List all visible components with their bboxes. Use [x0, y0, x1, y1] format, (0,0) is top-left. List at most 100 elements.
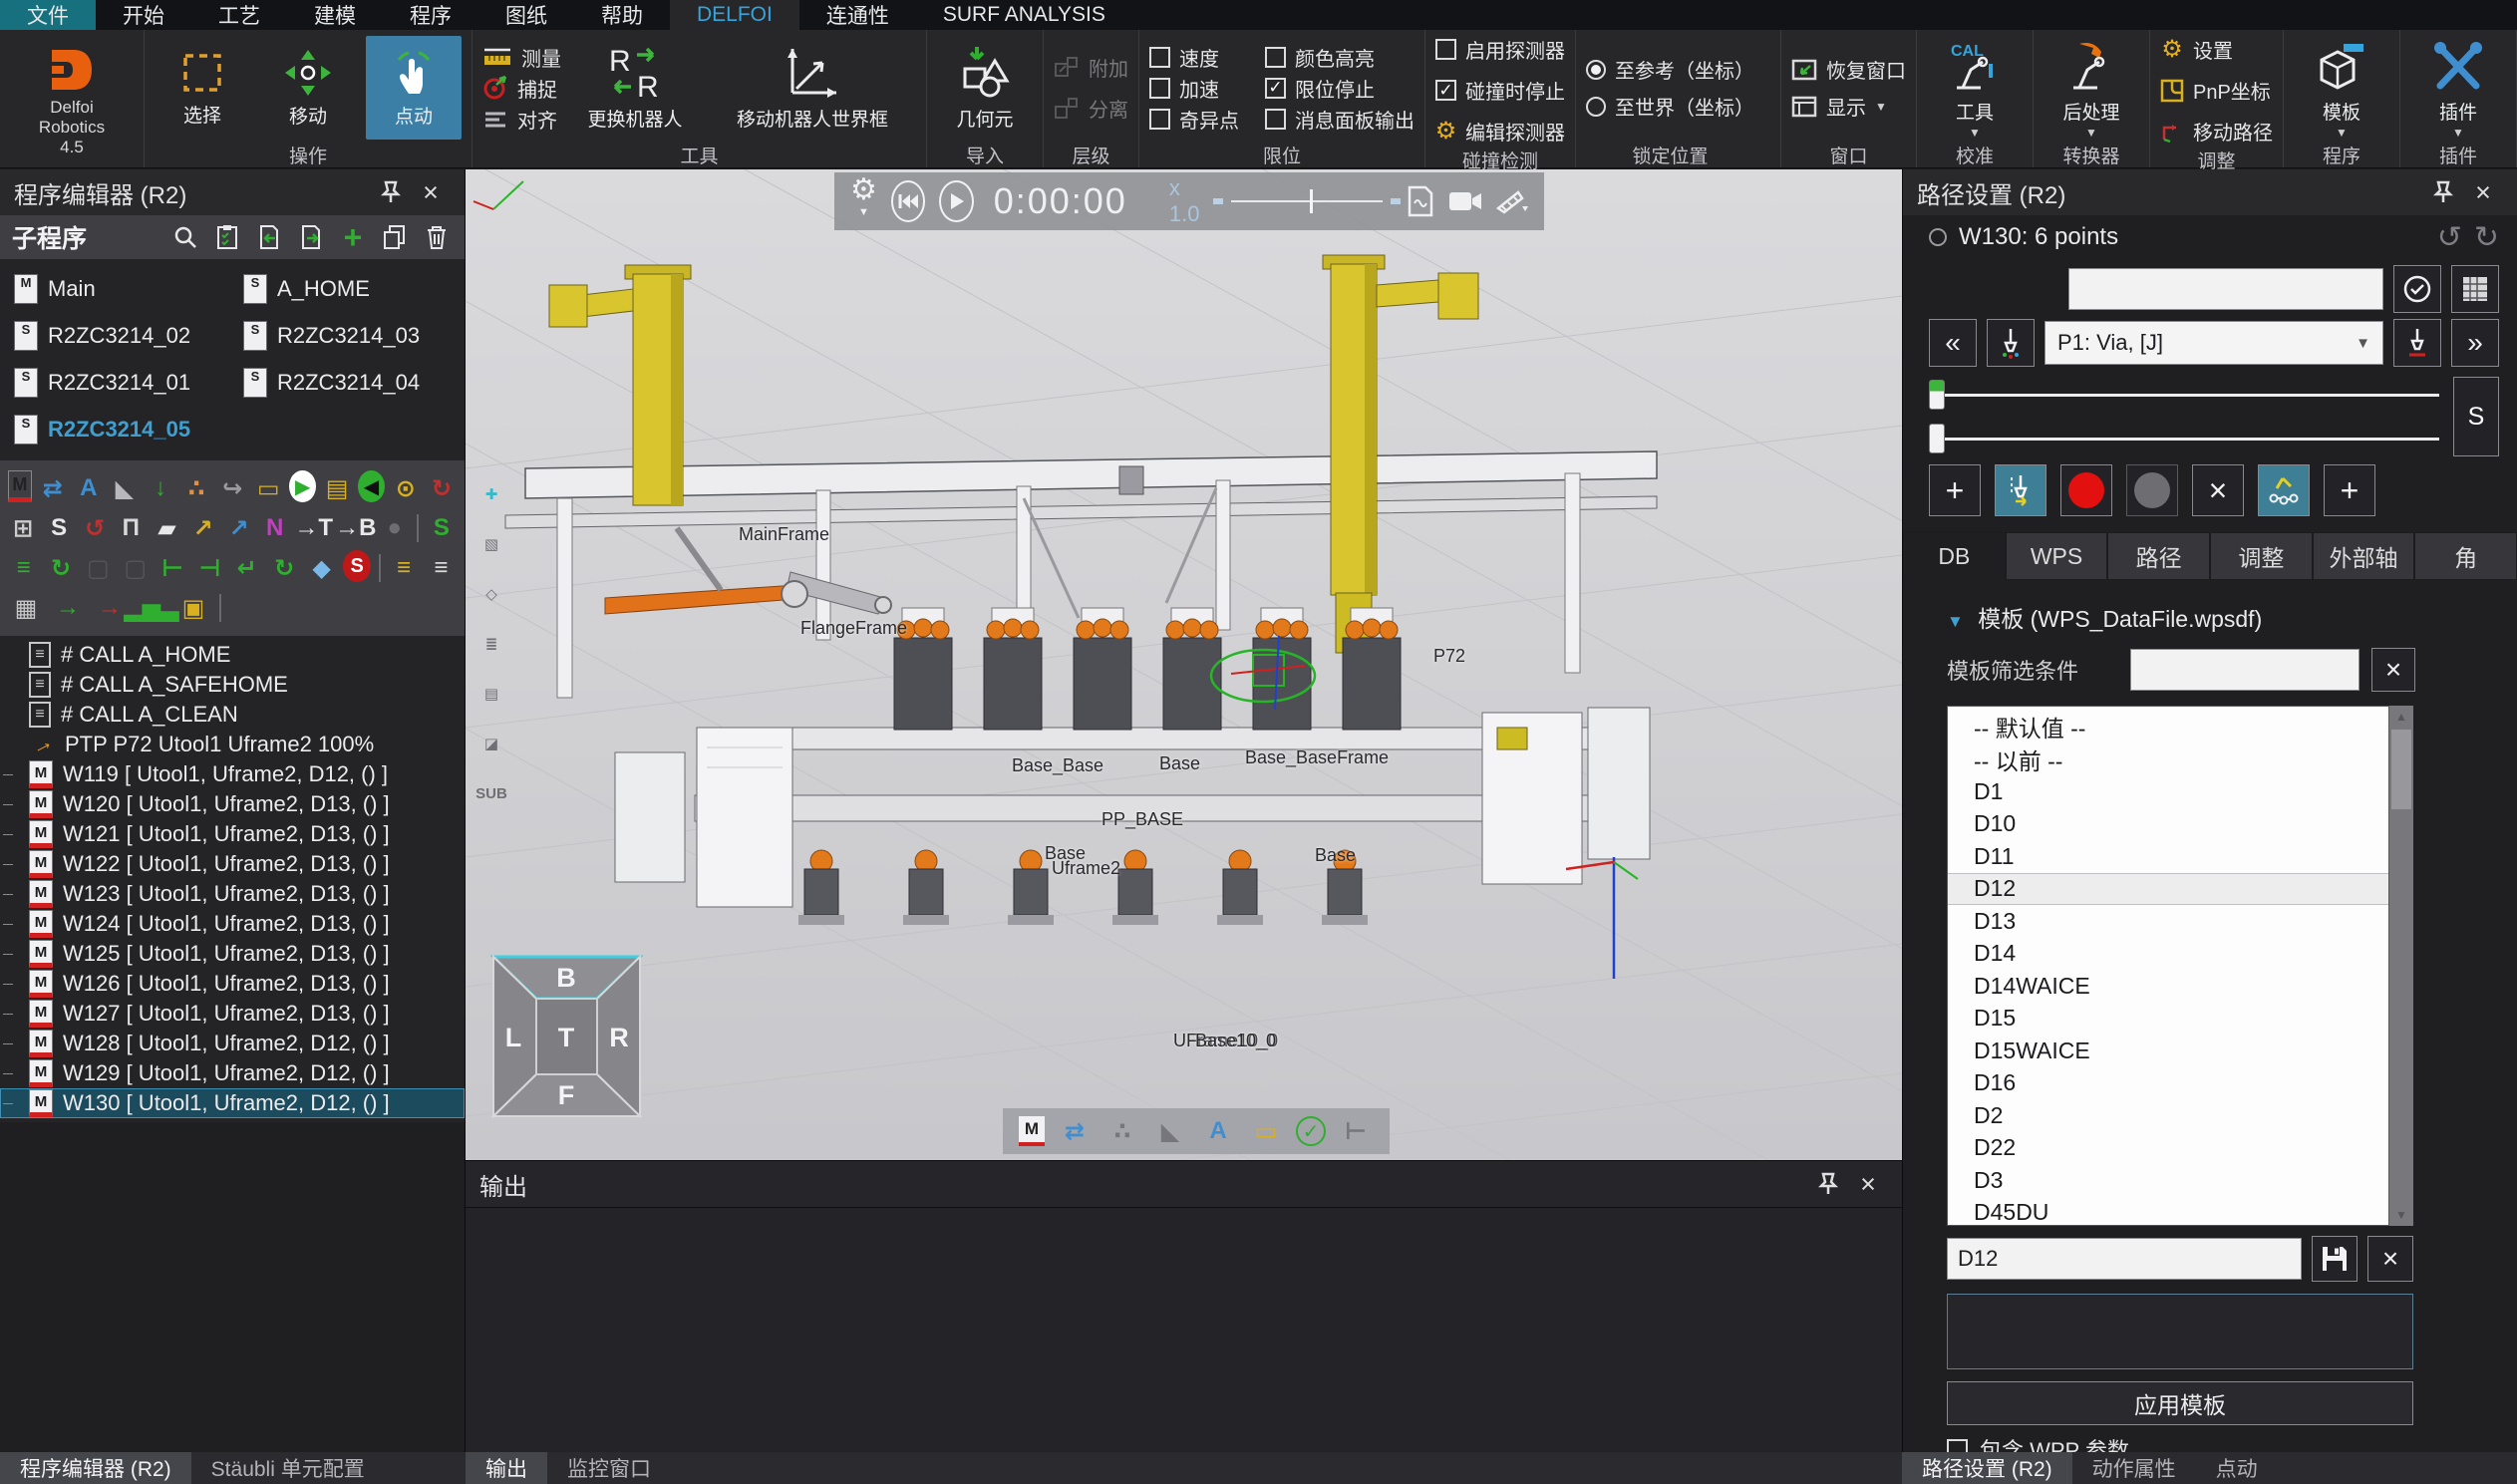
detach-button[interactable]: 分离	[1054, 93, 1128, 124]
to-reference-radio[interactable]: 至参考（坐标）	[1586, 54, 1754, 85]
menu-item[interactable]: 程序	[383, 0, 478, 30]
jog-button[interactable]: 点动	[366, 36, 462, 140]
move-robot-world-frame-button[interactable]: 移动机器人世界框	[709, 36, 916, 140]
path-speed-slider[interactable]	[1929, 421, 2441, 456]
settings-tab[interactable]: 角	[2414, 532, 2517, 580]
toolbar-icon[interactable]: ≡	[8, 550, 39, 586]
film-options-icon[interactable]	[1496, 188, 1528, 214]
toolbar-icon[interactable]	[416, 510, 421, 546]
toolbar-icon[interactable]: ↓	[146, 470, 175, 506]
verify-path-button[interactable]	[2258, 464, 2310, 516]
snap-button[interactable]: 捕捉	[482, 73, 561, 104]
statement-row[interactable]: PTP P72 Utool1 Uframe2 100%	[0, 730, 465, 759]
toolbar-icon[interactable]: ◣	[110, 470, 140, 506]
template-list-item[interactable]: D2	[1948, 1099, 2388, 1132]
toolbar-icon[interactable]: ⊣	[194, 550, 225, 586]
limit-checkbox[interactable]: 速度	[1149, 42, 1239, 73]
statement-row[interactable]: W120 [ Utool1, Uframe2, D13, () ]	[0, 789, 465, 819]
apply-template-button[interactable]: 应用模板	[1947, 1381, 2413, 1425]
point-dropdown[interactable]: P1: Via, [J] ▼	[2045, 321, 2383, 365]
settings-button[interactable]: ⚙ 设置	[2160, 34, 2233, 65]
calibration-tools-button[interactable]: CAL 工具 ▼	[1927, 36, 2023, 140]
viewport-tool-icon[interactable]: ◇	[473, 576, 509, 612]
measure-button[interactable]: 测量	[482, 42, 561, 73]
template-list-item[interactable]: D12	[1948, 873, 2388, 906]
toolbar-icon[interactable]: ◀	[358, 470, 385, 502]
path-radio-icon[interactable]	[1929, 228, 1947, 246]
toolbar-icon[interactable]: ↻	[269, 550, 300, 586]
toolbar-icon[interactable]: N	[260, 510, 290, 546]
toolbar-icon[interactable]: →	[50, 590, 86, 626]
program-item[interactable]: S R2ZC3214_04	[235, 359, 465, 406]
speed-slider[interactable]	[1231, 200, 1383, 202]
toolbar-icon[interactable]: ▣	[175, 590, 211, 626]
bottom-tab[interactable]: 动作属性	[2072, 1452, 2196, 1484]
import-program-icon[interactable]	[253, 222, 285, 252]
next-point-button[interactable]: »	[2451, 319, 2499, 367]
template-list-scrollbar[interactable]: ▲ ▼	[2389, 706, 2413, 1226]
attach-button[interactable]: 附加	[1054, 52, 1128, 83]
bottom-tab[interactable]: 路径设置 (R2)	[1902, 1452, 2072, 1484]
check-ok-icon[interactable]: ✓	[1296, 1116, 1326, 1146]
menu-item[interactable]: 开始	[96, 0, 191, 30]
record-video-icon[interactable]	[1448, 189, 1482, 213]
enable-detector-checkbox[interactable]: 启用探测器	[1435, 34, 1565, 65]
template-list-item[interactable]: D16	[1948, 1067, 2388, 1100]
viewport-tool-icon[interactable]: ▧	[473, 526, 509, 562]
delete-template-button[interactable]: ×	[2367, 1236, 2413, 1282]
toolbar-icon[interactable]: ▤	[322, 470, 352, 506]
toolbar-icon[interactable]: ▰	[152, 510, 181, 546]
menu-item[interactable]: SURF ANALYSIS	[916, 0, 1132, 30]
template-list-item[interactable]: D15	[1948, 1003, 2388, 1036]
toolbar-icon[interactable]: ▢	[83, 550, 114, 586]
toolbar-icon[interactable]: ↺	[80, 510, 110, 546]
template-button[interactable]: 模板 ▼	[2294, 36, 2389, 140]
toolbar-icon[interactable]: →B	[338, 510, 374, 546]
template-list-item[interactable]: D11	[1948, 840, 2388, 873]
toolbar-icon[interactable]: A	[74, 470, 104, 506]
s-button[interactable]: S	[2453, 377, 2499, 456]
toolbar-icon[interactable]: ↗	[187, 510, 217, 546]
to-world-radio[interactable]: 至世界（坐标）	[1586, 91, 1754, 122]
torch-to-point-button[interactable]	[1987, 319, 2035, 367]
template-list-item[interactable]: -- 以前 --	[1948, 743, 2388, 776]
save-template-button[interactable]	[2312, 1236, 2358, 1282]
frame-select-icon[interactable]: ▭	[1248, 1113, 1284, 1149]
toolbar-icon[interactable]: ▂▅▃	[134, 590, 169, 626]
menu-item[interactable]: 图纸	[478, 0, 574, 30]
statement-row[interactable]: W128 [ Utool1, Uframe2, D12, () ]	[0, 1029, 465, 1058]
delete-point-button[interactable]: ×	[2192, 464, 2244, 516]
toolbar-icon[interactable]: ↵	[231, 550, 262, 586]
display-dropdown-button[interactable]: 显示 ▼	[1791, 91, 1887, 122]
viewport-tool-icon[interactable]: ◪	[473, 726, 509, 761]
copy-icon[interactable]	[379, 222, 411, 252]
stop-on-collision-checkbox[interactable]: 碰撞时停止	[1435, 75, 1565, 106]
statement-row[interactable]: W125 [ Utool1, Uframe2, D13, () ]	[0, 939, 465, 969]
template-list-item[interactable]: D13	[1948, 905, 2388, 938]
toolbar-icon[interactable]	[377, 550, 382, 586]
clear-filter-button[interactable]: ×	[2371, 648, 2415, 692]
add-program-icon[interactable]: +	[337, 222, 369, 252]
template-list-item[interactable]: D10	[1948, 808, 2388, 841]
toolbar-icon[interactable]: ↗	[224, 510, 254, 546]
toolbar-icon[interactable]: ↻	[427, 470, 457, 506]
add-point-after-button[interactable]: +	[2324, 464, 2375, 516]
template-list-item[interactable]: D14WAICE	[1948, 970, 2388, 1003]
pnp-coords-button[interactable]: PnP坐标	[2160, 75, 2271, 106]
menu-item[interactable]: 工艺	[191, 0, 287, 30]
torch-down-button[interactable]	[2393, 319, 2441, 367]
view-cube[interactable]: B L T R F	[489, 953, 644, 1120]
viewport-tool-icon[interactable]: ▤	[473, 676, 509, 712]
bottom-tab[interactable]: 监控窗口	[547, 1452, 671, 1484]
postprocess-button[interactable]: 后处理 ▼	[2044, 36, 2139, 140]
statement-row[interactable]: W122 [ Utool1, Uframe2, D13, () ]	[0, 849, 465, 879]
toolbar-icon[interactable]: ≡	[388, 550, 419, 586]
robot-pose-icon[interactable]: ⊢	[1338, 1113, 1374, 1149]
rewind-button[interactable]	[891, 180, 925, 222]
toolbar-icon[interactable]: ↪	[217, 470, 247, 506]
viewport-tool-icon[interactable]: SUB	[473, 775, 509, 811]
record-button[interactable]	[2060, 464, 2112, 516]
settings-tab[interactable]: 调整	[2210, 532, 2313, 580]
template-list-item[interactable]: D3	[1948, 1164, 2388, 1197]
menu-item[interactable]: 建模	[287, 0, 383, 30]
